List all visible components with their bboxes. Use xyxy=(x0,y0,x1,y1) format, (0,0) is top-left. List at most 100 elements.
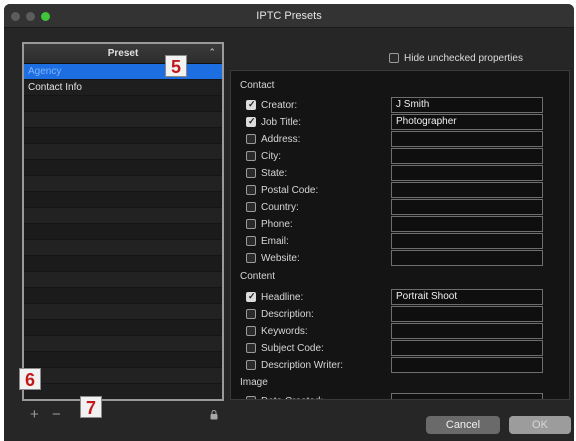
property-row[interactable]: Country: xyxy=(246,200,299,214)
preset-list-empty-row xyxy=(24,160,222,176)
property-checkbox[interactable] xyxy=(246,151,256,161)
property-row[interactable]: Job Title: xyxy=(246,115,301,129)
property-checkbox[interactable] xyxy=(246,291,256,302)
property-checkbox[interactable] xyxy=(246,134,256,144)
preset-list-empty-row xyxy=(24,368,222,384)
property-value-field[interactable] xyxy=(391,323,543,339)
property-value-field[interactable] xyxy=(391,216,543,232)
property-checkbox[interactable] xyxy=(246,99,256,110)
property-value-field[interactable] xyxy=(391,233,543,249)
property-label: Address: xyxy=(261,133,301,145)
preset-list-empty-row xyxy=(24,240,222,256)
property-row[interactable]: State: xyxy=(246,166,287,180)
property-label: Postal Code: xyxy=(261,184,319,196)
section-heading-contact: Contact xyxy=(240,80,275,91)
property-value-field[interactable] xyxy=(391,357,543,373)
property-checkbox[interactable] xyxy=(246,168,256,178)
lock-icon[interactable] xyxy=(210,410,218,420)
preset-header-label: Preset xyxy=(107,48,139,59)
preset-list-empty-row xyxy=(24,224,222,240)
remove-preset-button[interactable]: − xyxy=(52,406,61,424)
property-label: State: xyxy=(261,167,288,179)
property-checkbox[interactable] xyxy=(246,309,256,319)
property-row[interactable]: Date Created: xyxy=(246,394,323,400)
preset-list-empty-row xyxy=(24,176,222,192)
property-value-field[interactable] xyxy=(391,340,543,356)
property-label: Creator: xyxy=(261,99,298,111)
property-label: Headline: xyxy=(261,291,304,303)
property-value-field[interactable] xyxy=(391,199,543,215)
preset-list-empty-row xyxy=(24,144,222,160)
property-value-field[interactable] xyxy=(391,131,543,147)
property-value-field[interactable]: Portrait Shoot xyxy=(391,289,543,305)
property-value-field[interactable] xyxy=(391,148,543,164)
property-row[interactable]: Headline: xyxy=(246,290,303,304)
property-label: City: xyxy=(261,150,281,162)
sort-ascending-icon[interactable]: ⌃ xyxy=(208,47,216,58)
preset-list: Agency Contact Info xyxy=(24,64,222,384)
property-value-field[interactable] xyxy=(391,165,543,181)
cancel-button[interactable]: Cancel xyxy=(426,416,500,434)
property-value-field[interactable] xyxy=(391,393,543,399)
preset-list-empty-row xyxy=(24,272,222,288)
property-row[interactable]: Website: xyxy=(246,251,300,265)
property-checkbox[interactable] xyxy=(246,116,256,127)
preset-list-empty-row xyxy=(24,352,222,368)
property-row[interactable]: Postal Code: xyxy=(246,183,318,197)
section-heading-image: Image xyxy=(240,377,268,388)
hide-unchecked-option[interactable]: Hide unchecked properties xyxy=(389,51,523,65)
property-label: Country: xyxy=(261,201,299,213)
property-checkbox[interactable] xyxy=(246,202,256,212)
property-checkbox[interactable] xyxy=(246,343,256,353)
iptc-presets-window: IPTC Presets Preset ⌃ Agency Contact Info… xyxy=(4,4,574,441)
preset-column-header[interactable]: Preset ⌃ xyxy=(24,44,222,64)
property-value-field[interactable] xyxy=(391,182,543,198)
property-checkbox[interactable] xyxy=(246,185,256,195)
property-value-field[interactable]: Photographer xyxy=(391,114,543,130)
preset-list-empty-row xyxy=(24,320,222,336)
property-row[interactable]: Creator: xyxy=(246,98,297,112)
preset-list-empty-row xyxy=(24,304,222,320)
property-checkbox[interactable] xyxy=(246,360,256,370)
property-checkbox[interactable] xyxy=(246,219,256,229)
add-preset-button[interactable]: + xyxy=(30,406,39,424)
property-label: Website: xyxy=(261,252,300,264)
property-row[interactable]: Email: xyxy=(246,234,289,248)
title-bar: IPTC Presets xyxy=(4,4,574,28)
property-row[interactable]: City: xyxy=(246,149,281,163)
preset-list-item[interactable]: Contact Info xyxy=(24,80,222,96)
property-label: Description Writer: xyxy=(261,359,344,371)
hide-unchecked-label: Hide unchecked properties xyxy=(404,52,523,64)
property-label: Keywords: xyxy=(261,325,308,337)
property-row[interactable]: Description: xyxy=(246,307,314,321)
preset-list-panel: Preset ⌃ Agency Contact Info xyxy=(22,42,224,401)
preset-list-empty-row xyxy=(24,192,222,208)
callout-preset-header: 5 xyxy=(165,55,187,77)
property-checkbox[interactable] xyxy=(246,253,256,263)
property-label: Email: xyxy=(261,235,289,247)
property-row[interactable]: Phone: xyxy=(246,217,293,231)
property-checkbox[interactable] xyxy=(246,396,256,399)
property-label: Phone: xyxy=(261,218,293,230)
callout-add: 6 xyxy=(19,368,41,390)
property-value-field[interactable] xyxy=(391,306,543,322)
property-label: Job Title: xyxy=(261,116,302,128)
property-value-field[interactable]: J Smith xyxy=(391,97,543,113)
preset-list-item[interactable]: Agency xyxy=(24,64,222,80)
preset-list-empty-row xyxy=(24,336,222,352)
preset-list-empty-row xyxy=(24,128,222,144)
preset-list-empty-row xyxy=(24,288,222,304)
property-checkbox[interactable] xyxy=(246,326,256,336)
property-row[interactable]: Keywords: xyxy=(246,324,308,338)
hide-unchecked-checkbox[interactable] xyxy=(389,53,399,63)
property-row[interactable]: Description Writer: xyxy=(246,358,343,372)
property-label: Date Created: xyxy=(261,396,323,400)
property-row[interactable]: Subject Code: xyxy=(246,341,324,355)
ok-button[interactable]: OK xyxy=(509,416,571,434)
property-value-field[interactable] xyxy=(391,250,543,266)
property-checkbox[interactable] xyxy=(246,236,256,246)
preset-list-empty-row xyxy=(24,96,222,112)
preset-list-toolbar: + − xyxy=(22,406,224,424)
property-row[interactable]: Address: xyxy=(246,132,300,146)
preset-list-empty-row xyxy=(24,208,222,224)
